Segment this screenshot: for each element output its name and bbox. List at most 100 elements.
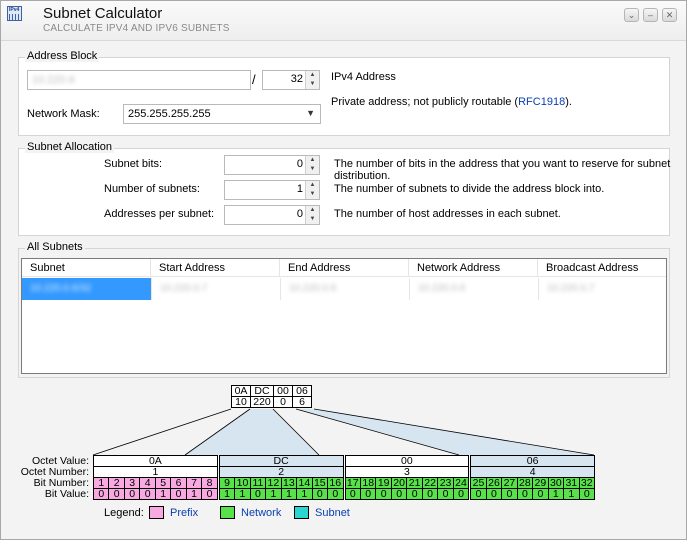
octet-1-number: 1 (93, 466, 218, 478)
octet-4-zoom-shape (296, 409, 594, 455)
bit-value-cell: 0 (249, 488, 267, 500)
prefix-spin-arrows[interactable]: ▲ ▼ (305, 71, 319, 89)
subnet-calculator-window: IPv4 Subnet Calculator CALCULATE IPV4 AN… (0, 0, 687, 540)
bit-value-cell: 0 (327, 488, 344, 500)
minimize-button[interactable]: – (643, 8, 658, 22)
window-subtitle: CALCULATE IPV4 AND IPV6 SUBNETS (43, 23, 230, 34)
close-button[interactable]: ✕ (662, 8, 677, 22)
spin-up-icon[interactable]: ▲ (306, 181, 319, 190)
bit-number-cell: 31 (563, 477, 580, 489)
bit-number-cell: 4 (139, 477, 156, 489)
bit-number-cell: 12 (265, 477, 282, 489)
app-icon: IPv4 (7, 6, 22, 21)
broadcast-address-value: 10.220.0.7 (547, 283, 595, 294)
column-subnet[interactable]: Subnet (22, 259, 151, 277)
octet-4-hex: 06 (470, 455, 595, 467)
spin-down-icon[interactable]: ▼ (306, 165, 319, 174)
column-start-address[interactable]: Start Address (151, 259, 280, 277)
network-mask-select[interactable]: 255.255.255.255 ▼ (123, 104, 321, 124)
legend-subnet-label: Subnet (315, 507, 350, 519)
legend-prefix-swatch (149, 506, 164, 519)
bit-value-cell: 0 (92, 488, 110, 500)
bit-value-cell: 0 (452, 488, 470, 500)
slash-label: / (252, 72, 256, 87)
subnets-list[interactable]: Subnet Start Address End Address Network… (21, 258, 667, 374)
bit-number-cell: 5 (154, 477, 172, 489)
bit-value-cell: 0 (516, 488, 534, 500)
spin-down-icon[interactable]: ▼ (306, 190, 319, 199)
table-row[interactable]: 10.220.0.6/32 10.220.0.7 10.220.0.6 10.2… (22, 278, 666, 300)
cell-network-address: 10.220.0.6 (409, 278, 538, 300)
addresses-per-subnet-value: 0 (296, 208, 303, 220)
addresses-per-subnet-spin-arrows[interactable]: ▲ ▼ (305, 206, 319, 224)
summary-hex-3: 00 (273, 385, 293, 397)
cell-start-address: 10.220.0.7 (151, 278, 280, 300)
bit-value-cell: 0 (108, 488, 125, 500)
summary-dec-3: 0 (273, 396, 293, 408)
legend-network-swatch (220, 506, 235, 519)
subnet-bits-spin-arrows[interactable]: ▲ ▼ (305, 156, 319, 174)
network-address-value: 10.220.0.6 (418, 283, 466, 294)
number-of-subnets-label: Number of subnets: (104, 183, 200, 195)
summary-hex-4: 06 (292, 385, 312, 397)
bit-value-cell: 0 (421, 488, 439, 500)
bit-value-cell: 0 (344, 488, 361, 500)
octet-3-hex: 00 (344, 455, 470, 467)
number-of-subnets-spin-arrows[interactable]: ▲ ▼ (305, 181, 319, 199)
address-input[interactable]: 10.220.6 (27, 70, 251, 90)
note-text: Private address; not publicly routable ( (331, 96, 519, 108)
end-address-value: 10.220.0.6 (289, 283, 337, 294)
subnet-allocation-label: Subnet Allocation (25, 141, 115, 153)
bit-number-cell: 28 (516, 477, 534, 489)
prefix-length-spinner[interactable]: 32 ▲ ▼ (262, 70, 320, 90)
column-broadcast-address[interactable]: Broadcast Address (538, 259, 666, 277)
addresses-per-subnet-label: Addresses per subnet: (104, 208, 215, 220)
window-title: Subnet Calculator (43, 5, 163, 22)
bit-value-cell: 1 (234, 488, 251, 500)
bit-value-label: Bit Value: (44, 488, 89, 500)
bit-value-cell: 0 (170, 488, 187, 500)
collapse-button[interactable]: ⌄ (624, 8, 639, 22)
subnet-bits-help: The number of bits in the address that y… (334, 158, 671, 170)
summary-dec-4: 6 (292, 396, 312, 408)
bit-value-cell: 0 (485, 488, 503, 500)
note-end: ). (565, 96, 572, 108)
bit-number-cell: 13 (280, 477, 298, 489)
bit-number-cell: 1 (92, 477, 110, 489)
subnets-list-header: Subnet Start Address End Address Network… (22, 259, 666, 277)
number-of-subnets-spinner[interactable]: 1 ▲ ▼ (224, 180, 320, 200)
spin-up-icon[interactable]: ▲ (306, 206, 319, 215)
legend-network-label: Network (241, 507, 282, 519)
bit-number-cell: 17 (344, 477, 361, 489)
bit-number-cell: 2 (108, 477, 125, 489)
bit-value-cell: 0 (123, 488, 141, 500)
address-octet-summary: 0A DC 00 06 10 220 0 6 (231, 385, 312, 408)
addresses-per-subnet-spinner[interactable]: 0 ▲ ▼ (224, 205, 320, 225)
spin-up-icon[interactable]: ▲ (306, 156, 319, 165)
spin-down-icon[interactable]: ▼ (306, 215, 319, 224)
summary-hex-2: DC (250, 385, 274, 397)
bit-value-cell: 0 (578, 488, 596, 500)
legend-subnet-swatch (294, 506, 309, 519)
column-end-address[interactable]: End Address (280, 259, 409, 277)
bit-value-cell: 1 (154, 488, 172, 500)
spin-down-icon[interactable]: ▼ (306, 80, 319, 89)
bit-value-cell: 1 (296, 488, 313, 500)
title-bar: IPv4 Subnet Calculator CALCULATE IPV4 AN… (1, 1, 686, 41)
address-type-label: IPv4 Address (331, 71, 396, 83)
network-mask-value: 255.255.255.255 (128, 108, 211, 120)
summary-dec-2: 220 (250, 396, 274, 408)
rfc1918-link[interactable]: RFC1918 (518, 96, 565, 108)
bit-number-cell: 29 (532, 477, 549, 489)
bit-number-cell: 10 (234, 477, 251, 489)
bit-value-cell: 0 (437, 488, 454, 500)
subnet-bits-spinner[interactable]: 0 ▲ ▼ (224, 155, 320, 175)
subnet-bits-value: 0 (296, 158, 303, 170)
subnet-allocation-group: Subnet Allocation Subnet bits: 0 ▲ ▼ The … (18, 141, 671, 236)
bit-number-cell: 19 (375, 477, 392, 489)
bit-value-cell: 1 (265, 488, 282, 500)
bit-value-cell: 0 (532, 488, 549, 500)
column-network-address[interactable]: Network Address (409, 259, 538, 277)
octet-2-hex: DC (218, 455, 344, 467)
spin-up-icon[interactable]: ▲ (306, 71, 319, 80)
